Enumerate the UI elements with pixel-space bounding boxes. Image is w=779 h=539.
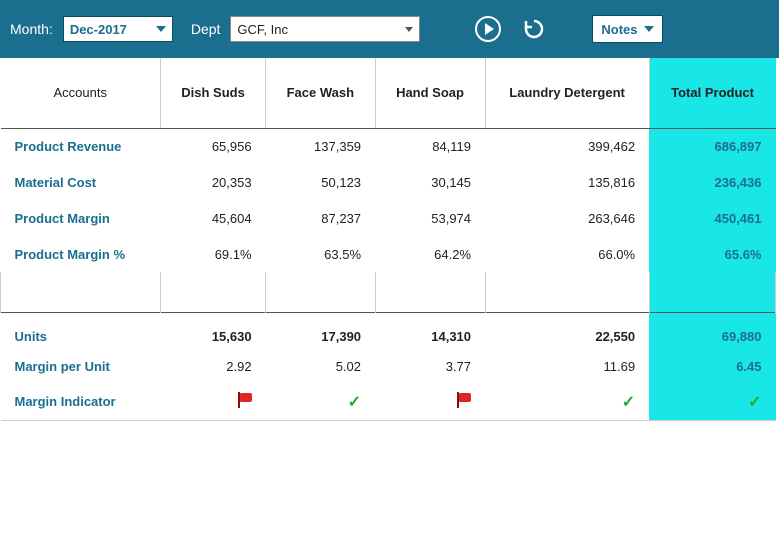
cell[interactable]: 2.92 xyxy=(161,348,266,384)
cell[interactable]: 30,145 xyxy=(375,164,485,200)
chevron-down-icon xyxy=(644,26,654,32)
col-header-accounts: Accounts xyxy=(1,58,161,128)
col-header-laundry[interactable]: Laundry Detergent xyxy=(485,58,649,128)
cell[interactable]: 64.2% xyxy=(375,236,485,272)
row-label[interactable]: Margin Indicator xyxy=(1,384,161,420)
cell[interactable]: 11.69 xyxy=(485,348,649,384)
cell[interactable]: 5.02 xyxy=(266,348,375,384)
col-header-dish-suds[interactable]: Dish Suds xyxy=(161,58,266,128)
undo-icon xyxy=(522,17,546,41)
dept-label: Dept xyxy=(191,21,221,37)
dept-select[interactable]: GCF, Inc xyxy=(230,16,420,42)
total-cell[interactable]: 65.6% xyxy=(649,236,775,272)
cell[interactable]: 69.1% xyxy=(161,236,266,272)
run-button[interactable] xyxy=(470,11,506,47)
table-row: Margin per Unit 2.92 5.02 3.77 11.69 6.4… xyxy=(1,348,776,384)
table-row: Product Margin 45,604 87,237 53,974 263,… xyxy=(1,200,776,236)
check-icon: ✓ xyxy=(348,394,361,411)
total-cell[interactable]: 236,436 xyxy=(649,164,775,200)
row-label[interactable]: Material Cost xyxy=(1,164,161,200)
flag-icon xyxy=(455,392,471,408)
total-cell[interactable]: 686,897 xyxy=(649,128,775,164)
indicator-total: ✓ xyxy=(649,384,775,420)
row-label[interactable]: Product Revenue xyxy=(1,128,161,164)
notes-button-label: Notes xyxy=(601,22,637,37)
indicator-cell xyxy=(161,384,266,420)
month-select-value: Dec-2017 xyxy=(70,22,127,37)
product-table: Accounts Dish Suds Face Wash Hand Soap L… xyxy=(0,58,776,421)
cell[interactable]: 63.5% xyxy=(266,236,375,272)
cell[interactable]: 20,353 xyxy=(161,164,266,200)
check-icon: ✓ xyxy=(622,394,635,411)
month-label: Month: xyxy=(10,21,53,37)
dept-select-value: GCF, Inc xyxy=(237,22,288,37)
row-label[interactable]: Margin per Unit xyxy=(1,348,161,384)
chevron-down-icon xyxy=(156,26,166,32)
indicator-cell: ✓ xyxy=(485,384,649,420)
total-cell[interactable]: 450,461 xyxy=(649,200,775,236)
row-label[interactable]: Units xyxy=(1,312,161,348)
table-row: Product Revenue 65,956 137,359 84,119 39… xyxy=(1,128,776,164)
col-header-face-wash[interactable]: Face Wash xyxy=(266,58,375,128)
col-header-total[interactable]: Total Product xyxy=(649,58,775,128)
table-row: Product Margin % 69.1% 63.5% 64.2% 66.0%… xyxy=(1,236,776,272)
table-row: Units 15,630 17,390 14,310 22,550 69,880 xyxy=(1,312,776,348)
row-label[interactable]: Product Margin % xyxy=(1,236,161,272)
flag-icon xyxy=(236,392,252,408)
toolbar: Month: Dec-2017 Dept GCF, Inc Notes xyxy=(0,0,779,58)
cell[interactable]: 17,390 xyxy=(266,312,375,348)
row-label[interactable]: Product Margin xyxy=(1,200,161,236)
cell[interactable]: 399,462 xyxy=(485,128,649,164)
cell[interactable]: 3.77 xyxy=(375,348,485,384)
total-cell[interactable]: 69,880 xyxy=(649,312,775,348)
play-icon xyxy=(475,16,501,42)
total-cell[interactable]: 6.45 xyxy=(649,348,775,384)
col-header-hand-soap[interactable]: Hand Soap xyxy=(375,58,485,128)
cell[interactable]: 53,974 xyxy=(375,200,485,236)
cell[interactable]: 263,646 xyxy=(485,200,649,236)
table-row-indicator: Margin Indicator ✓ ✓ ✓ xyxy=(1,384,776,420)
cell[interactable]: 66.0% xyxy=(485,236,649,272)
cell[interactable]: 22,550 xyxy=(485,312,649,348)
cell[interactable]: 50,123 xyxy=(266,164,375,200)
cell[interactable]: 65,956 xyxy=(161,128,266,164)
cell[interactable]: 87,237 xyxy=(266,200,375,236)
table-gap-row xyxy=(1,272,776,312)
month-select[interactable]: Dec-2017 xyxy=(63,16,173,42)
cell[interactable]: 137,359 xyxy=(266,128,375,164)
indicator-cell xyxy=(375,384,485,420)
cell[interactable]: 15,630 xyxy=(161,312,266,348)
table-header-row: Accounts Dish Suds Face Wash Hand Soap L… xyxy=(1,58,776,128)
cell[interactable]: 14,310 xyxy=(375,312,485,348)
cell[interactable]: 45,604 xyxy=(161,200,266,236)
cell[interactable]: 135,816 xyxy=(485,164,649,200)
table-row: Material Cost 20,353 50,123 30,145 135,8… xyxy=(1,164,776,200)
check-icon: ✓ xyxy=(748,394,761,411)
indicator-cell: ✓ xyxy=(266,384,375,420)
undo-button[interactable] xyxy=(516,11,552,47)
notes-button[interactable]: Notes xyxy=(592,15,662,43)
chevron-down-icon xyxy=(405,27,413,32)
cell[interactable]: 84,119 xyxy=(375,128,485,164)
